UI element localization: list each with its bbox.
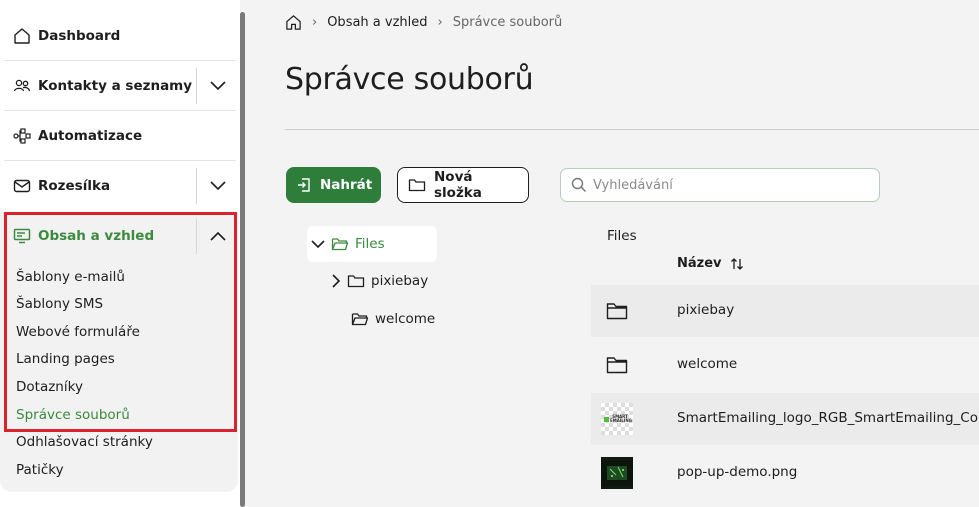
upload-button-label: Nahrát <box>320 177 373 193</box>
breadcrumb: › Obsah a vzhled › Správce souborů <box>285 12 562 32</box>
sidebar-item-label: Automatizace <box>38 128 143 144</box>
chevron-down-icon[interactable] <box>196 68 238 104</box>
folder-icon <box>408 177 426 193</box>
search-icon <box>571 177 587 193</box>
file-row[interactable]: pixiebay <box>591 285 979 337</box>
submenu-item-surveys[interactable]: Dotazníky <box>16 379 83 395</box>
chevron-up-icon[interactable] <box>196 218 238 254</box>
folder-icon <box>601 349 633 381</box>
sidebar-item-label: Kontakty a seznamy <box>38 78 193 94</box>
divider <box>4 60 236 61</box>
column-header-label: Název <box>677 256 722 271</box>
tree-item-welcome[interactable]: welcome <box>351 311 435 327</box>
monitor-icon <box>12 226 32 246</box>
chevron-down-icon[interactable] <box>196 168 238 204</box>
file-name[interactable]: pixiebay <box>677 302 734 318</box>
file-row[interactable]: pop-up-demo.png <box>591 447 979 499</box>
sidebar-item-label: Rozesílka <box>38 178 111 194</box>
home-icon <box>12 26 32 46</box>
sidebar-item-contacts[interactable]: Kontakty a seznamy <box>0 64 238 108</box>
search-input[interactable] <box>593 177 863 193</box>
thumbnail-text: SMART EMAILING <box>610 414 632 423</box>
file-name[interactable]: pop-up-demo.png <box>677 464 797 480</box>
tree-item-label: welcome <box>375 311 436 327</box>
sidebar-item-label: Dashboard <box>38 28 121 44</box>
sidebar-item-campaigns[interactable]: Rozesílka <box>0 164 238 208</box>
chevron-right-icon[interactable] <box>331 274 341 288</box>
upload-icon <box>296 177 312 193</box>
image-thumbnail: SMART EMAILING <box>601 403 633 435</box>
breadcrumb-item[interactable]: Obsah a vzhled <box>327 15 427 30</box>
tree-root-files[interactable]: Files <box>307 226 437 262</box>
users-icon <box>12 76 32 96</box>
submenu-item-file-manager[interactable]: Správce souborů <box>16 407 130 423</box>
column-header-name[interactable]: Název <box>677 256 744 271</box>
main-content: › Obsah a vzhled › Správce souborů Správ… <box>245 0 979 507</box>
sidebar-item-dashboard[interactable]: Dashboard <box>0 14 238 58</box>
mail-icon <box>12 176 32 196</box>
flow-icon <box>12 126 32 146</box>
submenu-item-sms-templates[interactable]: Šablony SMS <box>16 296 103 312</box>
search-field[interactable] <box>560 168 880 202</box>
sidebar-item-automation[interactable]: Automatizace <box>0 114 238 158</box>
upload-button[interactable]: Nahrát <box>286 167 381 203</box>
file-row[interactable]: welcome <box>591 339 979 391</box>
home-icon[interactable] <box>285 14 302 31</box>
divider <box>4 160 236 161</box>
chevron-right-icon: › <box>312 14 318 30</box>
file-row[interactable]: SMART EMAILING SmartEmailing_logo_RGB_Sm… <box>591 393 979 445</box>
files-heading: Files <box>607 228 637 244</box>
breadcrumb-current: Správce souborů <box>452 14 563 30</box>
page-title: Správce souborů <box>285 62 534 97</box>
folder-icon <box>347 273 365 289</box>
sidebar-item-content[interactable]: Obsah a vzhled <box>0 214 238 258</box>
submenu-item-email-templates[interactable]: Šablony e-mailů <box>16 269 125 285</box>
divider <box>285 129 979 130</box>
new-folder-button-label: Nová složka <box>434 169 482 201</box>
file-name[interactable]: SmartEmailing_logo_RGB_SmartEmailing_Co <box>677 410 978 426</box>
sidebar-item-label: Obsah a vzhled <box>38 228 155 244</box>
divider <box>4 110 236 111</box>
chevron-right-icon: › <box>437 14 443 30</box>
submenu-item-footers[interactable]: Patičky <box>16 462 64 478</box>
sidebar: Dashboard Kontakty a seznamy Automatizac… <box>0 0 240 507</box>
tree-root-label: Files <box>355 236 385 252</box>
sort-icon[interactable] <box>730 257 744 271</box>
submenu-item-landing-pages[interactable]: Landing pages <box>16 351 115 367</box>
folder-icon <box>601 295 633 327</box>
submenu-item-web-forms[interactable]: Webové formuláře <box>16 324 140 340</box>
tree-item-label: pixiebay <box>371 273 429 289</box>
tree-item-pixiebay[interactable]: pixiebay <box>331 273 428 289</box>
file-name[interactable]: welcome <box>677 356 737 372</box>
folder-open-icon <box>331 236 349 252</box>
new-folder-button[interactable]: Nová složka <box>397 167 529 203</box>
folder-open-icon <box>351 311 369 327</box>
image-thumbnail <box>601 457 633 489</box>
chevron-down-icon[interactable] <box>311 239 325 249</box>
submenu-item-unsubscribe-pages[interactable]: Odhlašovací stránky <box>16 434 153 450</box>
